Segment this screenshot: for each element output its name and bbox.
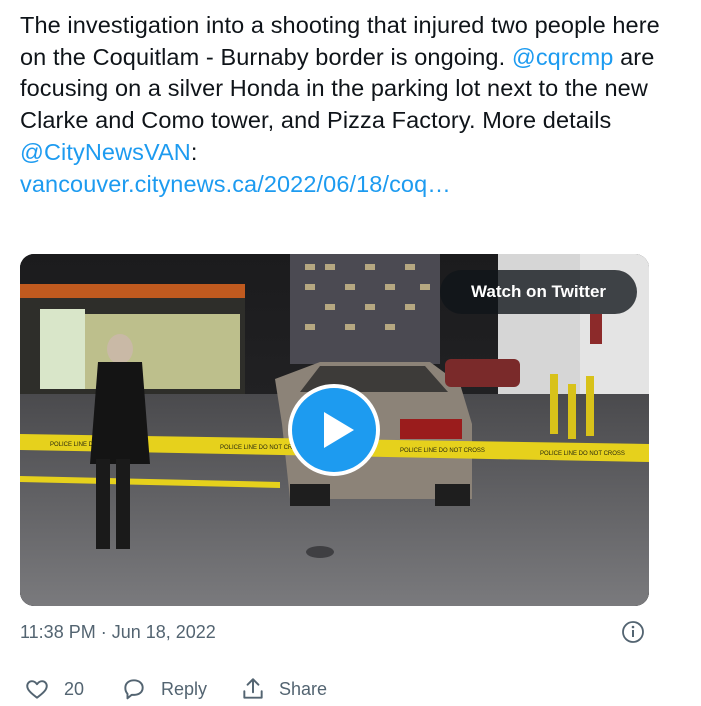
tape-text-3: POLICE LINE DO NOT CROSS bbox=[400, 448, 485, 454]
tweet-timestamp[interactable]: 11:38 PM · Jun 18, 2022 bbox=[20, 622, 216, 643]
watch-on-twitter-button[interactable]: Watch on Twitter bbox=[440, 270, 637, 314]
share-label: Share bbox=[279, 679, 328, 699]
like-count: 20 bbox=[64, 679, 85, 699]
heart-icon bbox=[26, 680, 48, 699]
play-icon bbox=[324, 412, 354, 448]
mention-citynewsvan[interactable]: @CityNewsVAN bbox=[20, 139, 191, 165]
tape-text-4: POLICE LINE DO NOT CROSS bbox=[540, 451, 625, 457]
tweet-text: The investigation into a shooting that i… bbox=[20, 10, 670, 200]
tweet-text-colon: : bbox=[190, 138, 198, 165]
reply-label: Reply bbox=[161, 679, 208, 699]
share-icon bbox=[243, 678, 263, 699]
article-link[interactable]: vancouver.citynews.ca/2022/06/18/coq… bbox=[20, 171, 451, 197]
reply-icon bbox=[124, 679, 144, 700]
play-button[interactable] bbox=[288, 384, 380, 476]
mention-cqrcmp[interactable]: @cqrcmp bbox=[512, 44, 614, 70]
info-icon[interactable] bbox=[621, 620, 645, 649]
